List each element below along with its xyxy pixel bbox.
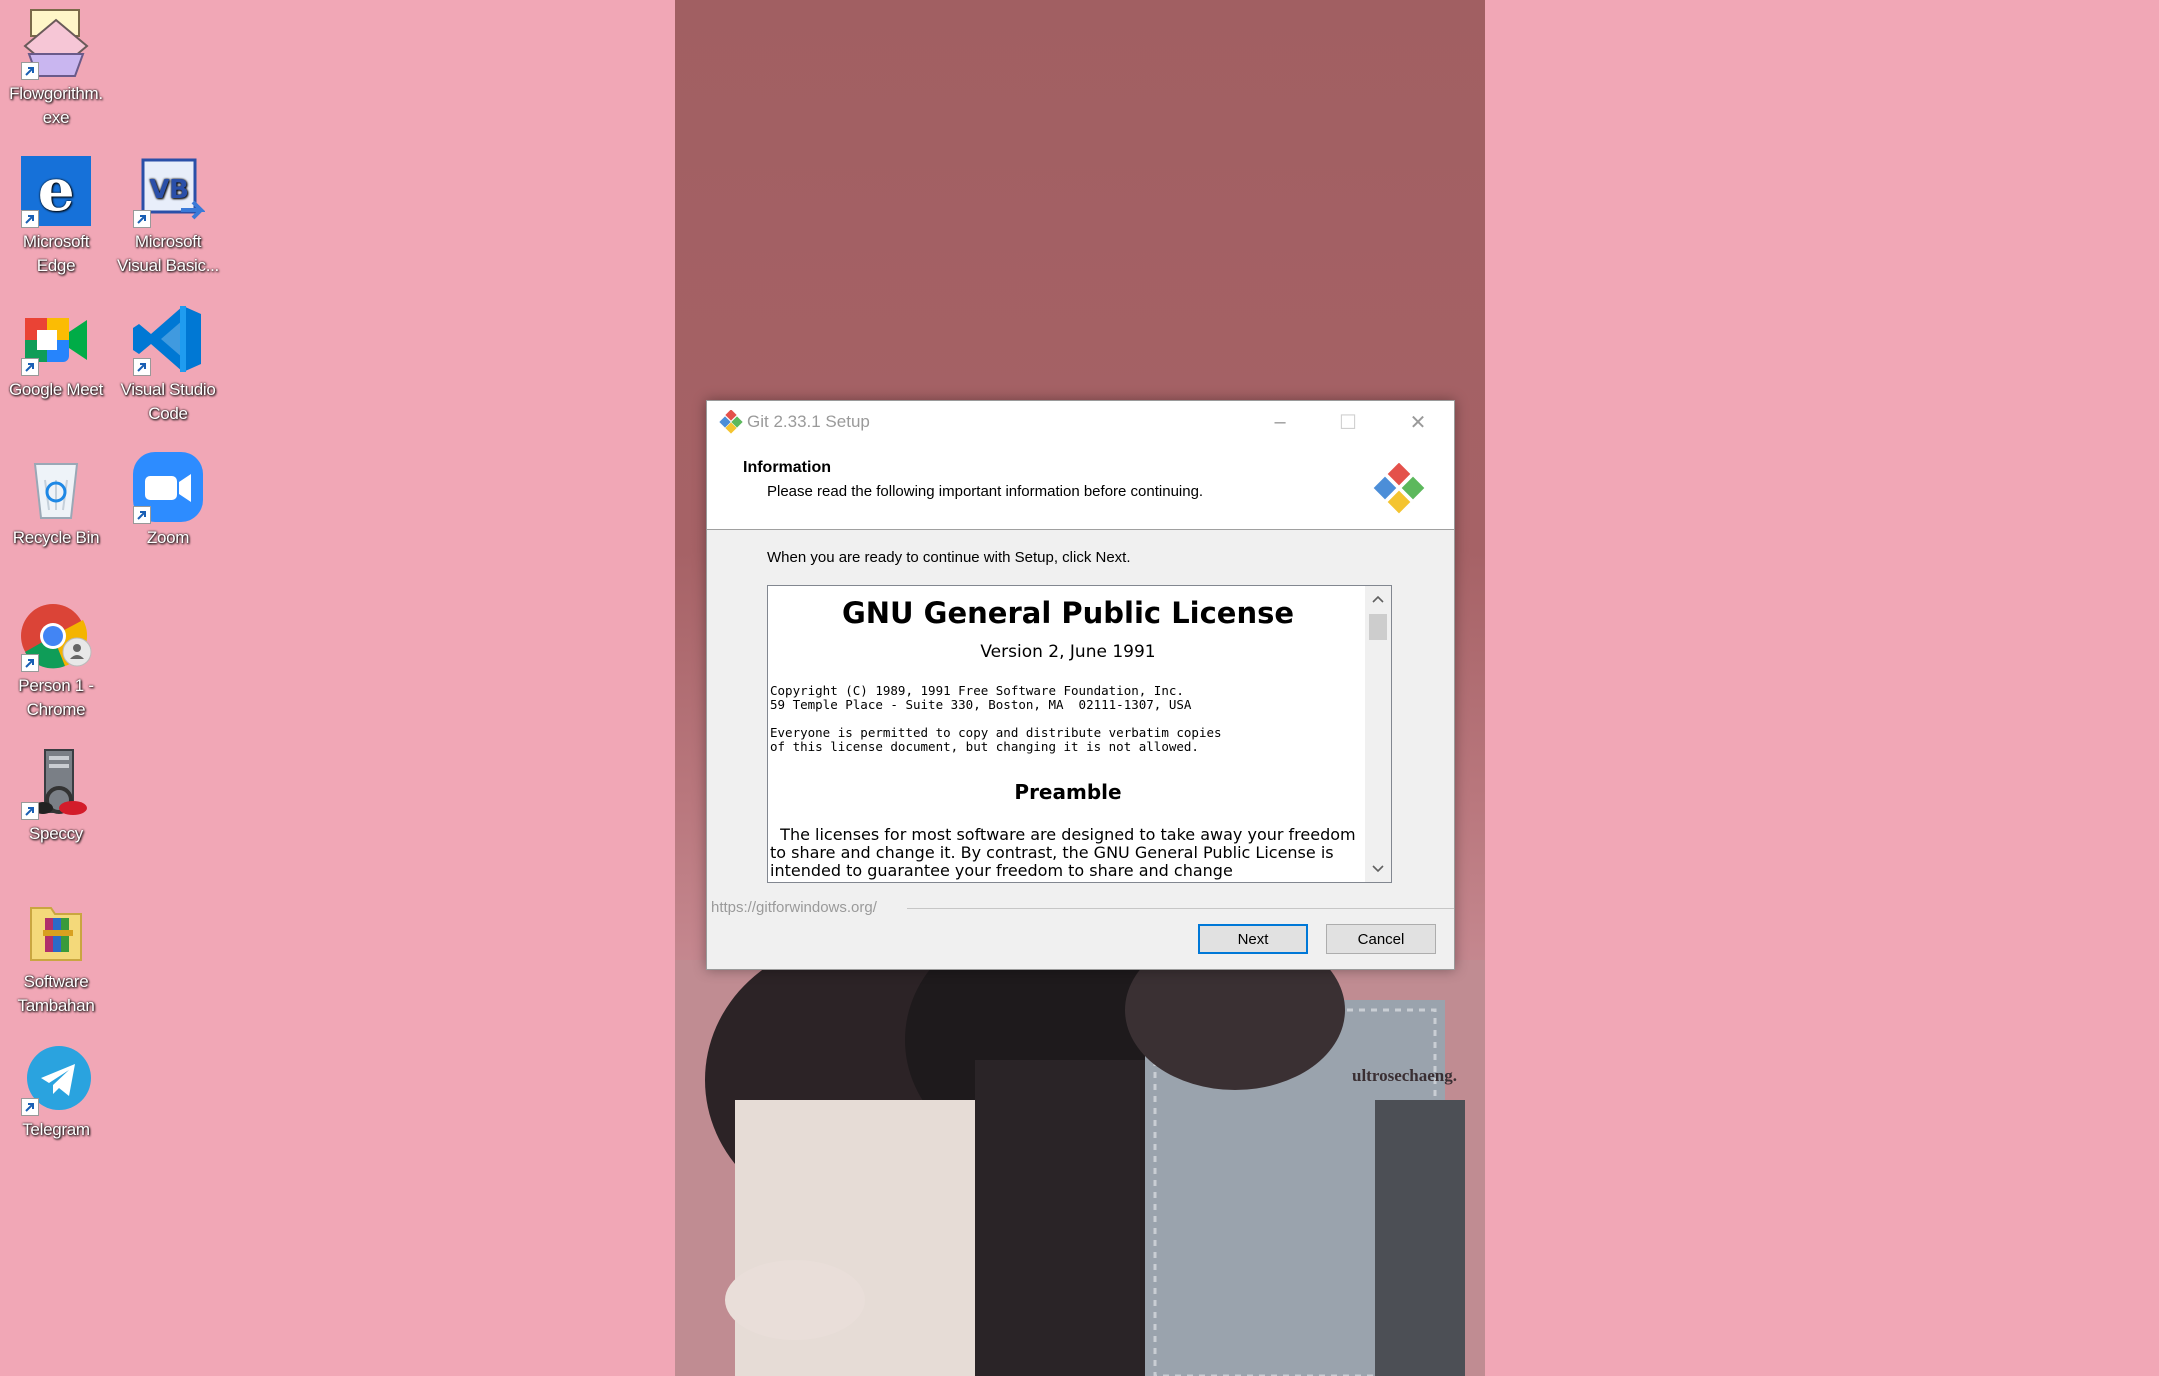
svg-text:e: e (38, 156, 75, 224)
wizard-header: Information Please read the following im… (707, 443, 1454, 530)
footer-divider: https://gitforwindows.org/ (707, 899, 1454, 919)
shortcut-arrow-icon (21, 62, 39, 80)
license-copyright-line: Copyright (C) 1989, 1991 Free Software F… (770, 683, 1184, 698)
license-version: Version 2, June 1991 (980, 642, 1156, 662)
shortcut-arrow-icon (21, 358, 39, 376)
license-preamble-text: The licenses for most software are desig… (770, 825, 1361, 880)
instruction-text: When you are ready to continue with Setu… (767, 549, 1131, 566)
desktop-icon-label: Zoom (146, 528, 190, 547)
desktop-icon-label: Telegram (22, 1120, 90, 1139)
license-preamble-heading: Preamble (1014, 780, 1122, 804)
git-logo-icon (719, 410, 743, 434)
minimize-icon: – (1274, 410, 1286, 433)
desktop-icon-speccy[interactable]: Speccy (0, 746, 112, 846)
desktop-icon-software-tambahan[interactable]: Software Tambahan (0, 894, 112, 1018)
maximize-icon: ☐ (1339, 411, 1357, 434)
svg-text:VB: VB (149, 175, 188, 205)
desktop-icon-recycle-bin[interactable]: Recycle Bin (0, 450, 112, 550)
page-subtitle: Please read the following important info… (767, 483, 1204, 500)
desktop-icon-label: Visual Studio Code (120, 380, 216, 423)
next-button[interactable]: Next (1198, 924, 1308, 954)
license-title: GNU General Public License (841, 596, 1295, 630)
git-logo-icon (1373, 463, 1425, 514)
shortcut-arrow-icon (21, 1098, 39, 1116)
desktop-icon-label: Google Meet (8, 380, 104, 399)
page-title: Information (743, 459, 831, 476)
shortcut-arrow-icon (21, 654, 39, 672)
license-content: GNU General Public License Version 2, Ju… (770, 586, 1366, 880)
recycle-bin-icon (33, 463, 79, 519)
desktop-icon-label: Flowgorithm. exe (9, 84, 103, 127)
wallpaper-watermark: ultrosechaeng. (1352, 1066, 1457, 1085)
divider-line (907, 908, 1454, 909)
desktop-icon-visual-basic[interactable]: VB Microsoft Visual Basic... (112, 154, 224, 278)
folder-icon (30, 907, 82, 961)
desktop-icon-chrome[interactable]: Person 1 - Chrome (0, 598, 112, 722)
shortcut-arrow-icon (21, 802, 39, 820)
scroll-down-button[interactable] (1365, 858, 1391, 880)
chevron-down-icon (1372, 865, 1384, 873)
desktop-icon-vscode[interactable]: Visual Studio Code (112, 302, 224, 426)
scroll-up-button[interactable] (1365, 588, 1391, 610)
desktop-icon-label: Software Tambahan (17, 972, 95, 1015)
shortcut-arrow-icon (133, 210, 151, 228)
minimize-button[interactable]: – (1246, 401, 1314, 443)
shortcut-arrow-icon (133, 506, 151, 524)
license-textbox[interactable]: GNU General Public License Version 2, Ju… (767, 585, 1392, 883)
license-copyright-line: 59 Temple Place - Suite 330, Boston, MA … (770, 697, 1192, 712)
close-button[interactable]: ✕ (1384, 401, 1452, 443)
license-permission-line: of this license document, but changing i… (770, 739, 1199, 754)
desktop-icon-label: Recycle Bin (12, 528, 100, 547)
desktop-icon-zoom[interactable]: Zoom (112, 450, 224, 550)
maximize-button: ☐ (1314, 401, 1382, 443)
desktop-icon-telegram[interactable]: Telegram (0, 1042, 112, 1142)
title-bar[interactable]: Git 2.33.1 Setup – ☐ ✕ (707, 401, 1454, 443)
desktop-icon-label: Microsoft Edge (22, 232, 90, 275)
scroll-thumb[interactable] (1369, 614, 1387, 640)
desktop-icon-google-meet[interactable]: Google Meet (0, 302, 112, 402)
license-permission-line: Everyone is permitted to copy and distri… (770, 725, 1222, 740)
license-scrollbar[interactable] (1365, 586, 1391, 882)
window-title: Git 2.33.1 Setup (747, 412, 870, 431)
footer-url: https://gitforwindows.org/ (711, 899, 883, 916)
cancel-button[interactable]: Cancel (1326, 924, 1436, 954)
desktop-icon-microsoft-edge[interactable]: e Microsoft Edge (0, 154, 112, 278)
shortcut-arrow-icon (21, 210, 39, 228)
git-setup-window[interactable]: Git 2.33.1 Setup – ☐ ✕ Information Pleas… (706, 400, 1455, 970)
close-icon: ✕ (1409, 411, 1427, 434)
desktop-icon-label: Person 1 - Chrome (18, 676, 94, 719)
shortcut-arrow-icon (133, 358, 151, 376)
desktop-icon-flowgorithm[interactable]: Flowgorithm. exe (0, 6, 112, 130)
chevron-up-icon (1372, 595, 1384, 603)
desktop-icon-label: Speccy (29, 824, 83, 843)
desktop-icon-label: Microsoft Visual Basic... (117, 232, 219, 275)
